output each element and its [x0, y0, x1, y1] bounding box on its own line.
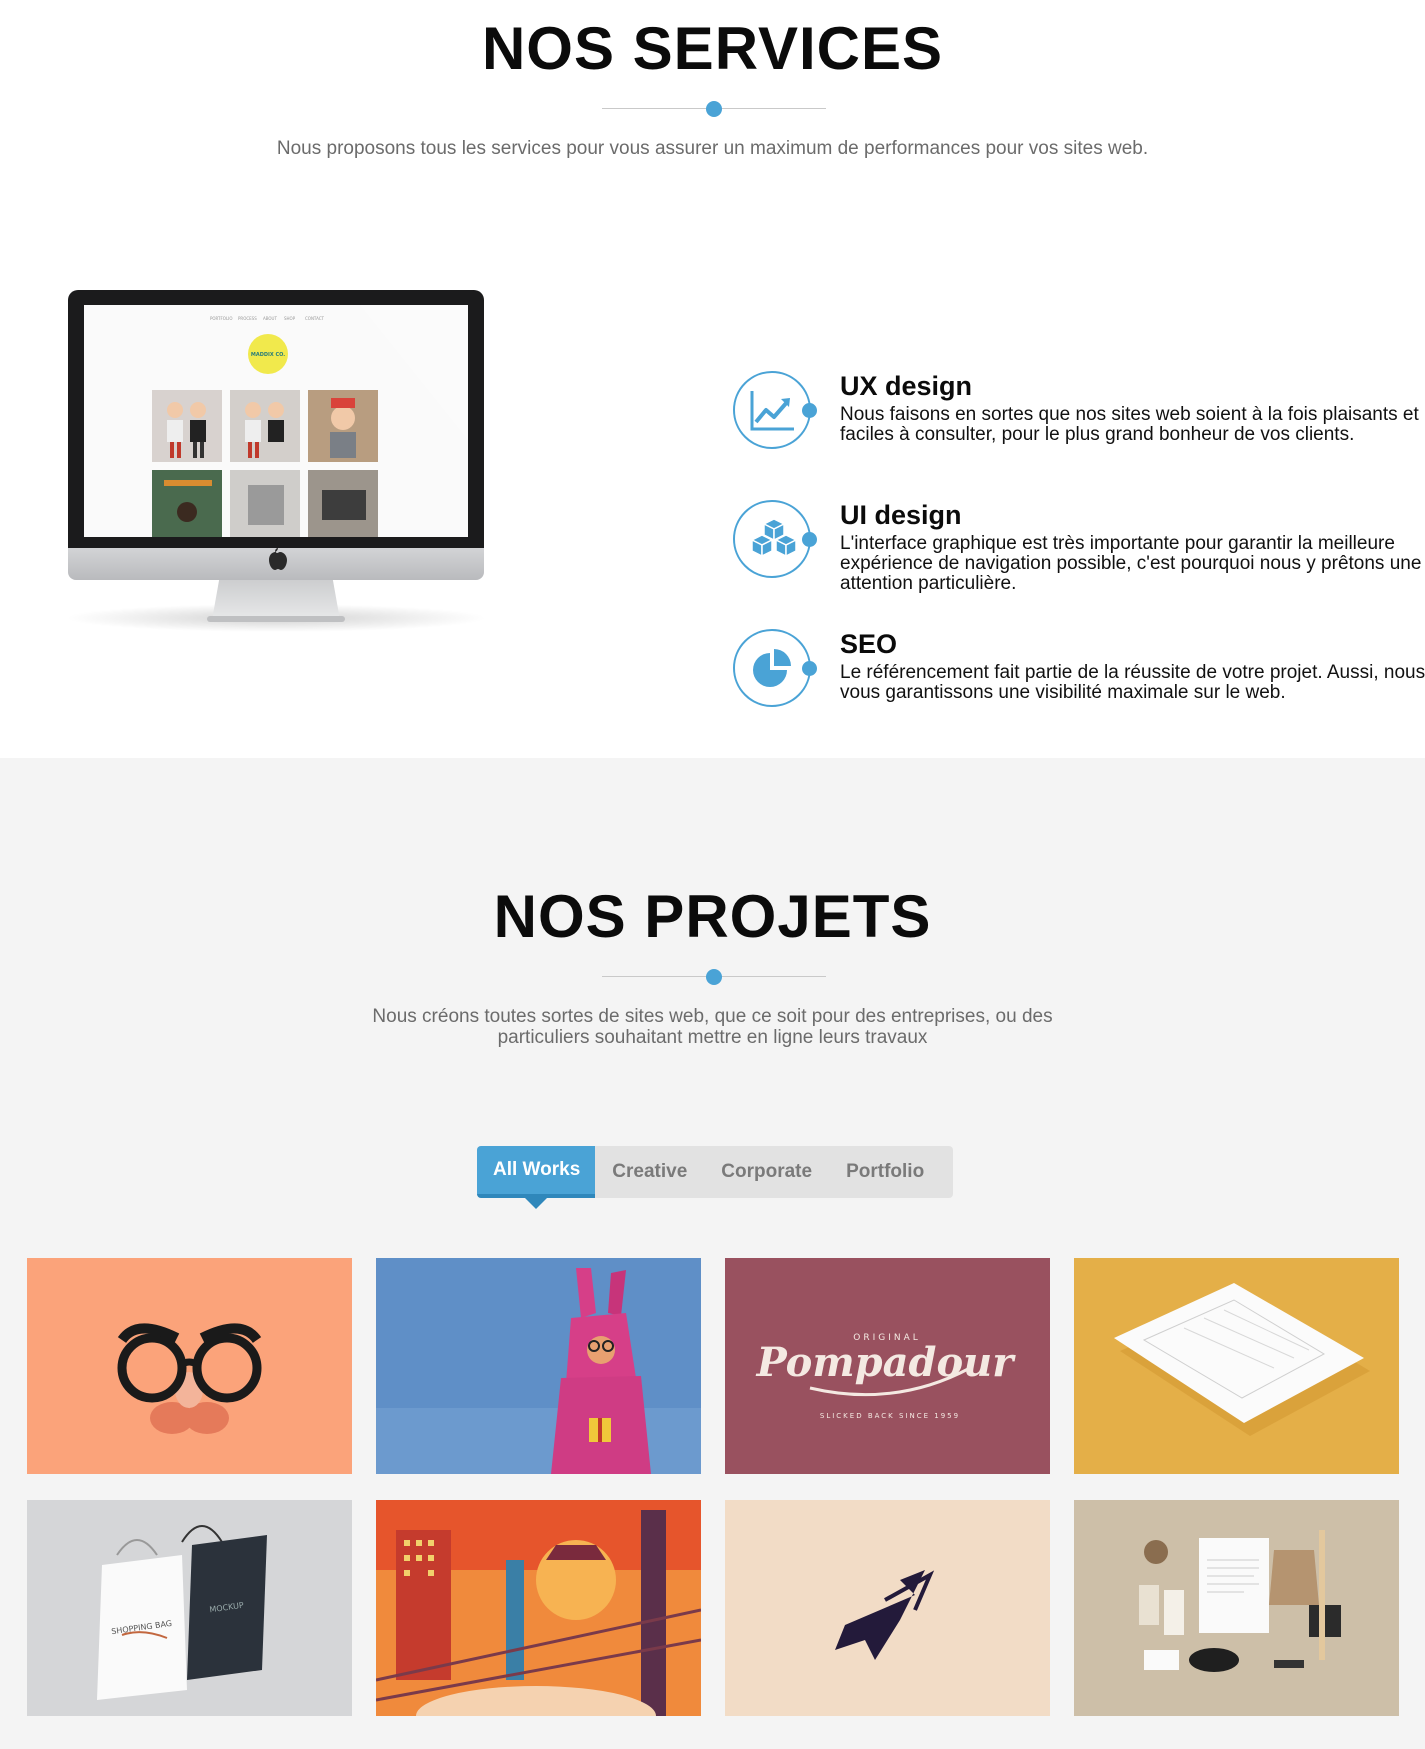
project-item-plane-logo[interactable] — [725, 1500, 1050, 1716]
feature-description: L'interface graphique est très important… — [840, 533, 1422, 594]
svg-text:ABOUT: ABOUT — [263, 316, 277, 321]
feature-description: Nous faisons en sortes que nos sites web… — [840, 404, 1419, 445]
tab-creative[interactable]: Creative — [595, 1146, 704, 1198]
services-section: NOS SERVICES Nous proposons tous les ser… — [0, 0, 1425, 758]
project-item-shopping-bags[interactable]: SHOPPING BAG MOCKUP — [27, 1500, 352, 1716]
svg-text:SHOP: SHOP — [284, 316, 296, 321]
projects-title: NOS PROJETS — [493, 883, 932, 950]
project-item-city-bridge[interactable] — [376, 1500, 701, 1716]
pie-chart-icon — [753, 649, 791, 687]
tab-all-works[interactable]: All Works — [477, 1146, 596, 1209]
feature-title: UX design — [840, 371, 973, 401]
projects-subtitle-line: particuliers souhaitant mettre en ligne … — [497, 1027, 928, 1048]
feature-icon-circle — [733, 500, 817, 578]
projects-divider — [602, 968, 826, 986]
imac-mockup-image: PORTFOLIO PROCESS ABOUT SHOP CONTACT MADDIX … — [60, 290, 492, 640]
feature-icon-circle — [733, 371, 817, 449]
services-title: NOS SERVICES — [481, 15, 944, 82]
pompadour-text-bottom: SLICKED BACK SINCE 1959 — [820, 1412, 960, 1420]
divider-dot — [706, 969, 722, 985]
svg-text:CONTACT: CONTACT — [305, 316, 325, 321]
project-item-pompadour[interactable]: ORIGINAL Pompadour SLICKED BACK SINCE 19… — [725, 1258, 1050, 1474]
project-filter-tabs: All Works Creative Corporate Portfolio — [477, 1146, 953, 1209]
project-item-glasses[interactable] — [27, 1258, 352, 1474]
cubes-icon — [751, 518, 797, 557]
pompadour-brand-text: Pompadour — [756, 1339, 1017, 1386]
services-subtitle: Nous proposons tous les services pour vo… — [276, 138, 1149, 159]
feature-description: Le référencement fait partie de la réuss… — [840, 662, 1425, 703]
services-divider — [602, 100, 826, 118]
feature-title: UI design — [840, 500, 962, 530]
projects-section: NOS PROJETS Nous créons toutes sortes de… — [0, 758, 1425, 1749]
svg-text:PROCESS: PROCESS — [238, 316, 257, 321]
projects-subtitle: Nous créons toutes sortes de sites web, … — [0, 1006, 1425, 1048]
projects-subtitle-line: Nous créons toutes sortes de sites web, … — [372, 1006, 1053, 1027]
project-item-pink-rabbit[interactable] — [376, 1258, 701, 1474]
tab-corporate[interactable]: Corporate — [704, 1146, 829, 1198]
svg-text:PORTFOLIO: PORTFOLIO — [210, 316, 233, 321]
screen-logo-text: MADDIX CO. — [251, 352, 285, 358]
tab-portfolio[interactable]: Portfolio — [829, 1146, 941, 1198]
feature-title: SEO — [840, 629, 898, 659]
project-item-letterhead[interactable] — [1074, 1258, 1399, 1474]
feature-icon-circle — [733, 629, 817, 707]
project-item-stationery[interactable] — [1074, 1500, 1399, 1716]
chart-line-icon — [750, 391, 794, 431]
divider-dot — [706, 101, 722, 117]
